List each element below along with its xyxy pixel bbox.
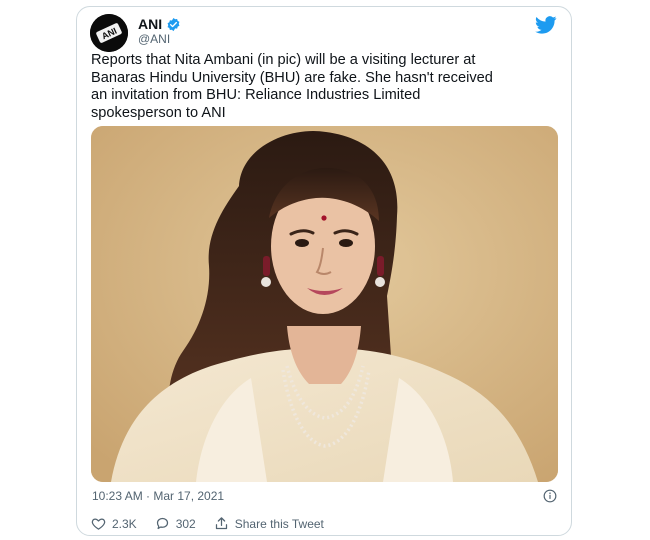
- reply-button[interactable]: 302: [155, 516, 196, 531]
- tweet-timestamp[interactable]: 10:23 AM · Mar 17, 2021: [92, 489, 224, 503]
- author-name-row: ANI: [138, 16, 181, 32]
- verified-badge-icon: [167, 17, 180, 31]
- author-handle[interactable]: @ANI: [138, 32, 170, 46]
- info-icon[interactable]: [543, 489, 557, 503]
- share-label: Share this Tweet: [234, 516, 324, 531]
- portrait-illustration: [91, 126, 558, 482]
- tweet-actions: 2.3K 302 Share this Tweet: [91, 516, 342, 531]
- share-button[interactable]: Share this Tweet: [214, 516, 324, 531]
- like-button[interactable]: 2.3K: [91, 516, 137, 531]
- like-count: 2.3K: [112, 516, 137, 531]
- share-icon: [215, 517, 227, 530]
- tweet-card[interactable]: ANI ANI @ANI Reports that Nita Ambani (i…: [76, 6, 572, 536]
- tweet-text: Reports that Nita Ambani (in pic) will b…: [91, 52, 493, 121]
- ani-logo: ANI: [90, 14, 128, 52]
- heart-icon: [91, 518, 106, 530]
- twitter-bird-icon[interactable]: [535, 16, 557, 34]
- author-name[interactable]: ANI: [138, 16, 162, 32]
- author-avatar[interactable]: ANI: [90, 14, 128, 52]
- reply-count: 302: [175, 516, 196, 531]
- tweet-photo[interactable]: [91, 126, 558, 482]
- reply-bubble-icon: [156, 517, 168, 530]
